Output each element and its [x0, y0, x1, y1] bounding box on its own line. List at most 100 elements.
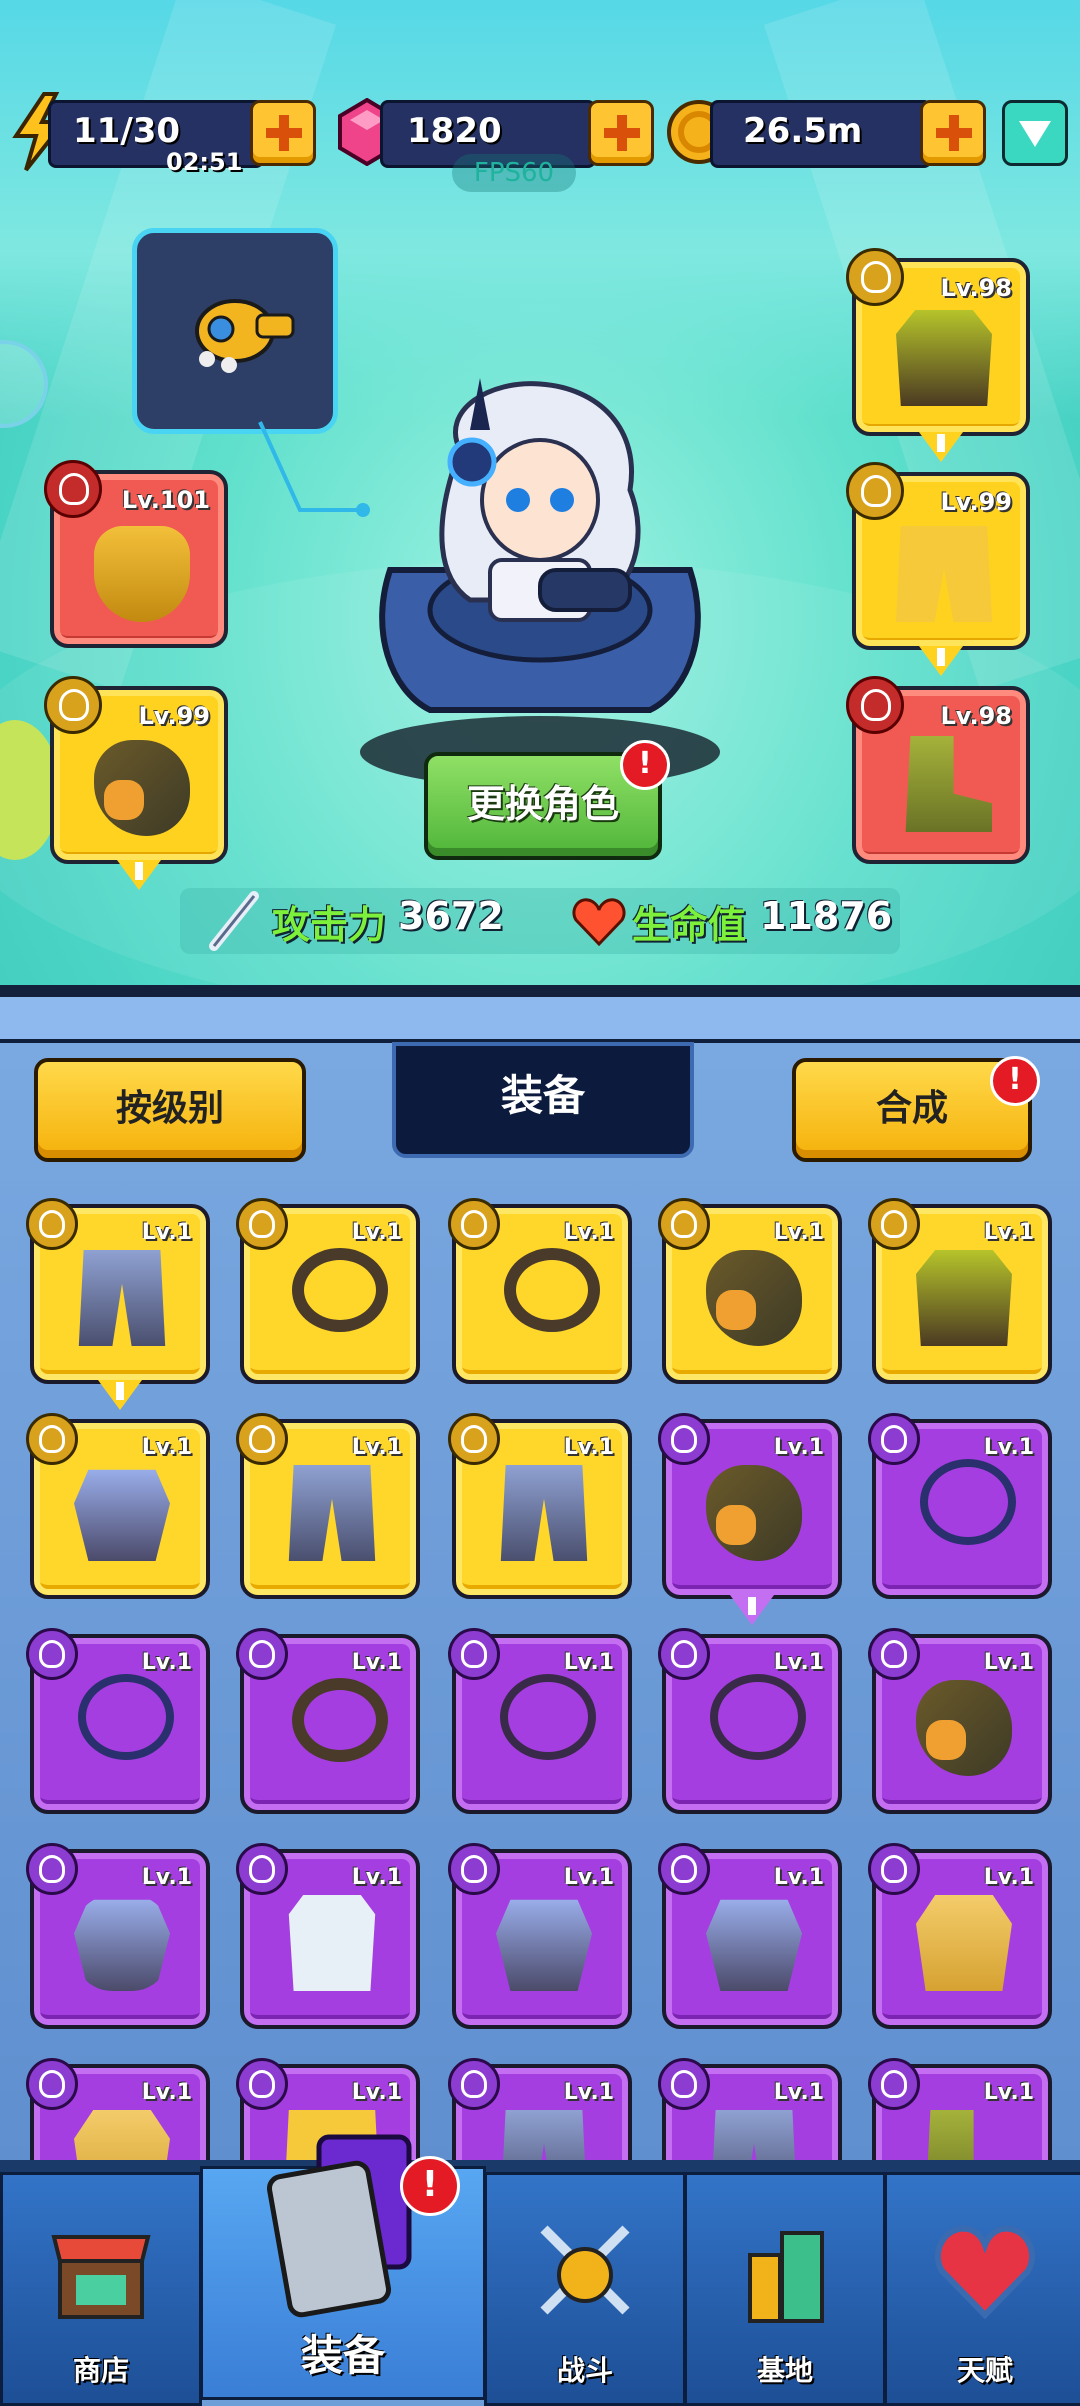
pants-type-icon [448, 1413, 500, 1465]
inventory-item[interactable]: Lv.1 [448, 1198, 632, 1384]
coins-value: 26.5m [743, 111, 863, 151]
item-level: Lv.1 [773, 1865, 824, 1890]
pants-type-icon [658, 2058, 710, 2110]
glove-type-icon [868, 1628, 920, 1680]
pants-icon [500, 1465, 588, 1561]
item-level: Lv.1 [351, 1865, 402, 1890]
armor-type-icon [26, 1413, 78, 1465]
necklace-type-icon [448, 1628, 500, 1680]
inventory-item[interactable]: Lv.1 [658, 1198, 842, 1384]
add-energy-button[interactable] [250, 100, 316, 166]
equip-alert: ! [400, 2156, 460, 2216]
vest-icon [896, 310, 992, 406]
item-level: Lv.1 [983, 1435, 1034, 1460]
necklace-type-icon [658, 1628, 710, 1680]
boots-type-icon [846, 676, 904, 734]
add-gems-button[interactable] [588, 100, 654, 166]
shorts-type-icon [846, 462, 904, 520]
equipped-boots-slot[interactable]: Lv.98 [846, 676, 1030, 864]
equipped-vest-slot[interactable]: Lv.98 [846, 248, 1030, 462]
item-level: Lv.1 [351, 2080, 402, 2105]
inventory-item[interactable]: Lv.1 [868, 1413, 1052, 1599]
inventory-item[interactable]: Lv.1 [658, 1843, 842, 2029]
item-level: Lv.1 [141, 1865, 192, 1890]
battle-icon [540, 2225, 630, 2315]
item-level: Lv.1 [141, 1435, 192, 1460]
equipped-level: Lv.98 [940, 274, 1013, 302]
inventory-item[interactable]: Lv.1 [26, 1628, 210, 1814]
glove-type-icon [26, 1843, 78, 1895]
pet-slot[interactable] [132, 228, 338, 434]
shop-icon [51, 2235, 151, 2319]
shirt-type-icon [868, 1843, 920, 1895]
pants-type-icon [236, 1413, 288, 1465]
inventory-item[interactable]: Lv.1 [236, 1843, 420, 2029]
tank-top-icon [288, 1895, 376, 1991]
inventory-item[interactable]: Lv.1 [448, 1843, 632, 2029]
scarf-icon [94, 526, 190, 622]
shorts-icon [896, 526, 992, 622]
necklace-icon [920, 1459, 1016, 1545]
equipped-shorts-slot[interactable]: Lv.99 [846, 462, 1030, 676]
item-level: Lv.1 [773, 1220, 824, 1245]
item-level: Lv.1 [141, 1220, 192, 1245]
inventory-item[interactable]: Lv.1 [868, 1628, 1052, 1814]
item-level: Lv.1 [563, 2080, 614, 2105]
inventory-item[interactable]: Lv.1 [26, 1198, 210, 1410]
inventory-item[interactable]: Lv.1 [236, 1198, 420, 1384]
scene-divider [0, 985, 1080, 997]
shirt-type-icon [236, 1843, 288, 1895]
pants-icon [288, 1465, 376, 1561]
armor-icon [74, 1469, 170, 1561]
sort-by-level-button[interactable]: 按级别 [34, 1058, 306, 1162]
item-level: Lv.1 [141, 2080, 192, 2105]
boot-icon [905, 736, 992, 832]
necklace-icon [504, 1248, 600, 1332]
necklace-type-icon [868, 1413, 920, 1465]
inventory-item[interactable]: Lv.1 [868, 1198, 1052, 1384]
nav-talent[interactable]: 天赋 [884, 2172, 1080, 2406]
add-coins-button[interactable] [920, 100, 986, 166]
necklace-icon [78, 1674, 174, 1760]
equipped-level: Lv.99 [138, 702, 211, 730]
pants-type-icon [26, 1198, 78, 1250]
drone-icon [195, 299, 295, 373]
nav-base-label: 基地 [756, 2354, 813, 2387]
nav-shop[interactable]: 商店 [0, 2172, 202, 2406]
fps-indicator: FPS60 [452, 154, 576, 192]
glove-icon [916, 1680, 1012, 1776]
armor-type-icon [448, 1843, 500, 1895]
inventory-item[interactable]: Lv.1 [868, 1843, 1052, 2029]
inventory-item[interactable]: Lv.1 [658, 1413, 842, 1625]
equipped-necklace-slot[interactable]: Lv.101 [44, 460, 228, 648]
necklace-type-icon [236, 1628, 288, 1680]
inventory-item[interactable]: Lv.1 [236, 1628, 420, 1814]
item-level: Lv.1 [563, 1865, 614, 1890]
nav-equip-label: 装备 [300, 2331, 385, 2380]
necklace-icon [292, 1678, 388, 1762]
vip-button[interactable] [1002, 100, 1068, 166]
item-level: Lv.1 [563, 1220, 614, 1245]
nav-talent-label: 天赋 [956, 2354, 1013, 2387]
heart-icon [572, 898, 626, 946]
inventory-item[interactable]: Lv.1 [658, 1628, 842, 1814]
necklace-icon [292, 1248, 388, 1332]
armor-type-icon [658, 1843, 710, 1895]
vest-icon [916, 1250, 1012, 1346]
nav-battle[interactable]: 战斗 [484, 2172, 686, 2406]
item-level: Lv.1 [983, 1220, 1034, 1245]
hp-value: 11876 [760, 894, 893, 938]
inventory-item[interactable]: Lv.1 [236, 1413, 420, 1599]
nav-base[interactable]: 基地 [684, 2172, 886, 2406]
change-character-alert: ! [620, 740, 670, 790]
item-level: Lv.1 [563, 1435, 614, 1460]
hawaiian-shirt-icon [916, 1895, 1012, 1991]
panel-band [0, 997, 1080, 1043]
equipped-glove-slot[interactable]: Lv.99 [44, 676, 228, 890]
inventory-item[interactable]: Lv.1 [26, 1843, 210, 2029]
shirt-type-icon [26, 2058, 78, 2110]
inventory-item[interactable]: Lv.1 [448, 1628, 632, 1814]
inventory-item[interactable]: Lv.1 [448, 1413, 632, 1599]
inventory-item[interactable]: Lv.1 [26, 1413, 210, 1599]
item-level: Lv.1 [773, 2080, 824, 2105]
